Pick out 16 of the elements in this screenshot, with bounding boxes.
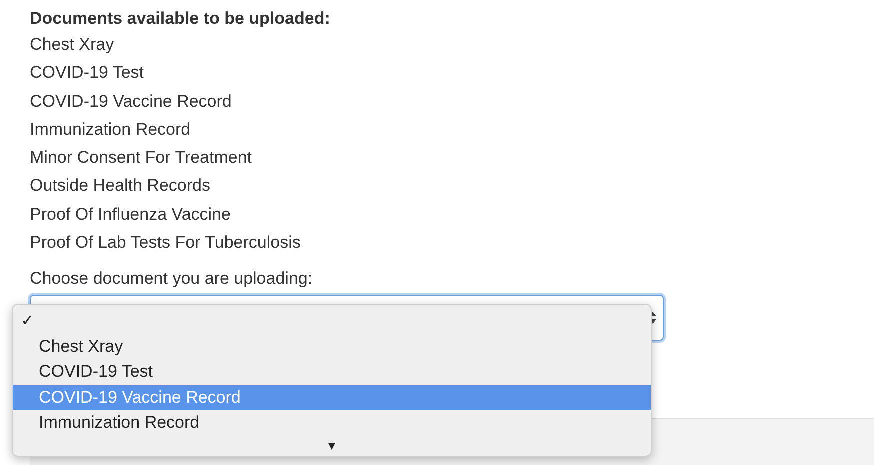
dropdown-option[interactable]: Chest Xray xyxy=(13,334,651,360)
document-name: Outside Health Records xyxy=(30,175,210,198)
document-name: Chest Xray xyxy=(30,34,114,56)
document-name: Immunization Record xyxy=(30,118,191,141)
dropdown-option[interactable]: Immunization Record xyxy=(13,410,651,436)
document-name: COVID-19 Test xyxy=(30,62,144,84)
document-name: COVID-19 Vaccine Record xyxy=(30,90,232,113)
updown-arrows-icon xyxy=(649,311,657,326)
scroll-down-arrow[interactable]: ▼ xyxy=(326,438,338,453)
document-name: Proof Of Influenza Vaccine xyxy=(30,204,231,226)
document-name: Proof Of Lab Tests For Tuberculosis xyxy=(30,232,301,254)
section-heading: Documents available to be uploaded: xyxy=(30,8,330,30)
checkmark[interactable]: ✓ xyxy=(21,313,34,330)
dropdown-option[interactable]: COVID-19 Test xyxy=(13,359,651,385)
field-label: Choose document you are uploading: xyxy=(30,268,313,290)
document-name: Minor Consent For Treatment xyxy=(30,147,252,170)
